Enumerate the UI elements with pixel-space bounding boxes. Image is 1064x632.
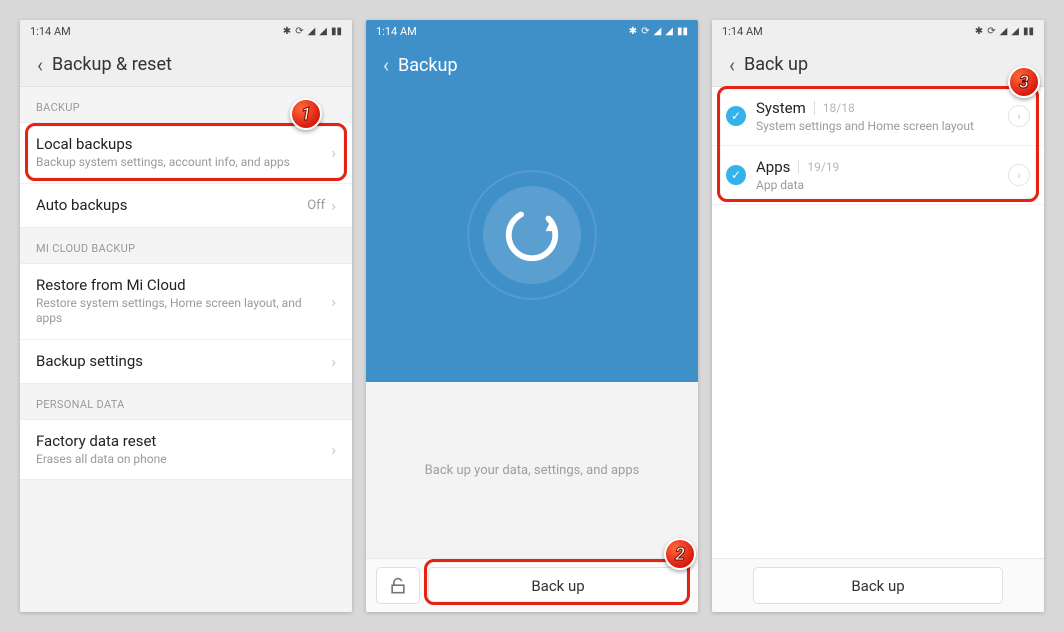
status-icons: ✱ ⟳ ◢ ◢ ▮▮: [629, 26, 688, 37]
signal-icon: ◢: [1000, 26, 1008, 37]
check-icon: ✓: [726, 165, 746, 185]
clock: 1:14 AM: [722, 25, 763, 38]
status-icons: ✱ ⟳ ◢ ◢ ▮▮: [975, 26, 1034, 37]
rowgroup-backup: Local backups Backup system settings, ac…: [20, 122, 352, 228]
row-value: Off: [307, 198, 325, 213]
row-title: Factory data reset: [36, 432, 321, 450]
signal2-icon: ◢: [665, 26, 673, 37]
annotation-badge-1: 1: [290, 98, 322, 130]
chevron-right-icon: ›: [331, 292, 336, 311]
lock-button[interactable]: [376, 567, 420, 604]
back-icon[interactable]: ‹: [28, 53, 52, 77]
chevron-right-icon: ›: [331, 143, 336, 162]
check-icon: ✓: [726, 106, 746, 126]
annotation-badge-2: 2: [664, 538, 696, 570]
section-header-micloud: MI CLOUD BACKUP: [20, 228, 352, 263]
row-title: Auto backups: [36, 196, 297, 214]
content: BACKUP Local backups Backup system setti…: [20, 87, 352, 612]
radar-icon: [462, 165, 602, 305]
row-apps[interactable]: ✓ Apps 19/19 App data ›: [712, 146, 1044, 205]
sync-off-icon: ⟳: [987, 26, 995, 37]
status-bar: 1:14 AM ✱ ⟳ ◢ ◢ ▮▮: [366, 20, 698, 43]
row-count: 19/19: [798, 160, 839, 174]
sync-off-icon: ⟳: [641, 26, 649, 37]
row-title: Backup settings: [36, 352, 321, 370]
content: ✓ System 18/18 System settings and Home …: [712, 87, 1044, 612]
signal2-icon: ◢: [1011, 26, 1019, 37]
unlock-icon: [388, 576, 408, 596]
chevron-right-icon: ›: [331, 352, 336, 371]
battery-icon: ▮▮: [331, 26, 342, 37]
bluetooth-icon: ✱: [975, 26, 983, 37]
rowgroup-personal: Factory data reset Erases all data on ph…: [20, 419, 352, 481]
row-local-backups[interactable]: Local backups Backup system settings, ac…: [20, 123, 352, 184]
row-subtitle: Restore system settings, Home screen lay…: [36, 296, 321, 327]
chevron-right-icon: ›: [331, 196, 336, 215]
sync-off-icon: ⟳: [295, 26, 303, 37]
row-restore-micloud[interactable]: Restore from Mi Cloud Restore system set…: [20, 264, 352, 340]
signal-icon: ◢: [308, 26, 316, 37]
row-title: Apps: [756, 158, 790, 176]
page-title: Back up: [744, 54, 808, 75]
row-subtitle: Erases all data on phone: [36, 452, 321, 468]
sweep-icon: [501, 204, 563, 266]
chevron-right-icon: ›: [1008, 164, 1030, 186]
clock: 1:14 AM: [376, 25, 417, 38]
page-title: Backup & reset: [52, 54, 172, 75]
row-factory-reset[interactable]: Factory data reset Erases all data on ph…: [20, 420, 352, 480]
select-list: ✓ System 18/18 System settings and Home …: [712, 87, 1044, 205]
chevron-right-icon: ›: [1008, 105, 1030, 127]
bottom-bar: Back up: [366, 558, 698, 612]
button-label: Back up: [531, 577, 584, 595]
bluetooth-icon: ✱: [283, 26, 291, 37]
header: ‹ Backup & reset: [20, 43, 352, 87]
row-subtitle: Backup system settings, account info, an…: [36, 155, 321, 171]
screen-backup-info: 1:14 AM ✱ ⟳ ◢ ◢ ▮▮ ‹ Backup Back up your…: [366, 20, 698, 612]
row-title: Restore from Mi Cloud: [36, 276, 321, 294]
clock: 1:14 AM: [30, 25, 71, 38]
row-auto-backups[interactable]: Auto backups Off ›: [20, 184, 352, 227]
screen-backup-reset: 1:14 AM ✱ ⟳ ◢ ◢ ▮▮ ‹ Backup & reset BACK…: [20, 20, 352, 612]
annotation-badge-3: 3: [1008, 66, 1040, 98]
bottom-bar: Back up: [712, 558, 1044, 612]
back-icon[interactable]: ‹: [374, 53, 398, 77]
page-title: Backup: [398, 55, 458, 76]
row-backup-settings[interactable]: Backup settings ›: [20, 340, 352, 383]
status-icons: ✱ ⟳ ◢ ◢ ▮▮: [283, 26, 342, 37]
rowgroup-micloud: Restore from Mi Cloud Restore system set…: [20, 263, 352, 384]
screen-backup-select: 1:14 AM ✱ ⟳ ◢ ◢ ▮▮ ‹ Back up ✓ System 18…: [712, 20, 1044, 612]
battery-icon: ▮▮: [1023, 26, 1034, 37]
back-icon[interactable]: ‹: [720, 53, 744, 77]
signal-icon: ◢: [654, 26, 662, 37]
empty-area: [712, 205, 1044, 558]
hero-area: [366, 87, 698, 382]
battery-icon: ▮▮: [677, 26, 688, 37]
row-subtitle: App data: [756, 178, 998, 192]
backup-button[interactable]: Back up: [428, 567, 688, 604]
header: ‹ Backup: [366, 43, 698, 87]
row-count: 18/18: [814, 101, 855, 115]
signal2-icon: ◢: [319, 26, 327, 37]
section-header-personal: PERSONAL DATA: [20, 384, 352, 419]
chevron-right-icon: ›: [331, 440, 336, 459]
row-title: Local backups: [36, 135, 321, 153]
row-system[interactable]: ✓ System 18/18 System settings and Home …: [712, 87, 1044, 146]
body: Back up your data, settings, and apps Ba…: [366, 382, 698, 612]
header: ‹ Back up: [712, 43, 1044, 87]
hint-text: Back up your data, settings, and apps: [366, 382, 698, 558]
row-title: System: [756, 99, 806, 117]
status-bar: 1:14 AM ✱ ⟳ ◢ ◢ ▮▮: [20, 20, 352, 43]
status-bar: 1:14 AM ✱ ⟳ ◢ ◢ ▮▮: [712, 20, 1044, 43]
backup-button[interactable]: Back up: [753, 567, 1003, 604]
row-subtitle: System settings and Home screen layout: [756, 119, 998, 133]
bluetooth-icon: ✱: [629, 26, 637, 37]
button-label: Back up: [851, 577, 904, 595]
